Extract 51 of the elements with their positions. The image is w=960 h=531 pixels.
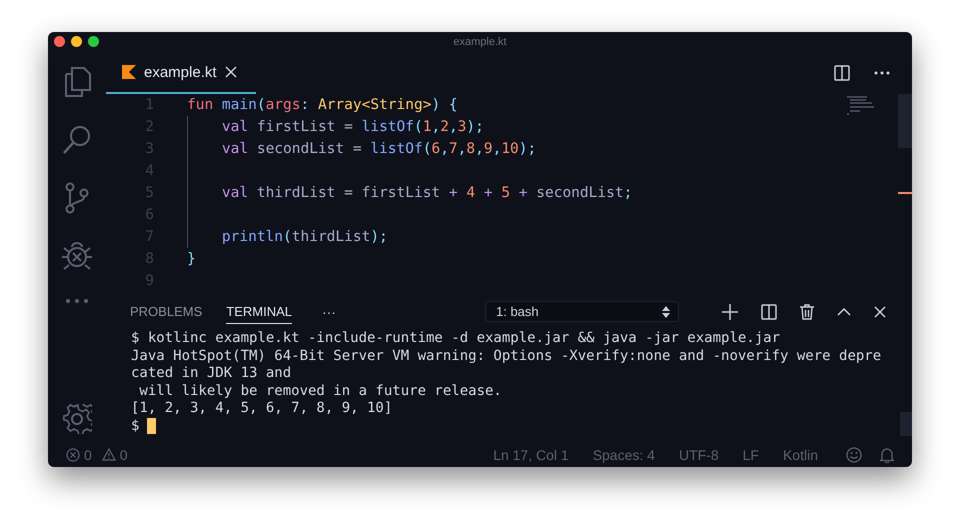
terminal-scrollbar[interactable] — [900, 412, 912, 436]
trash-icon[interactable] — [800, 304, 814, 320]
editor-tab[interactable]: example.kt — [106, 52, 256, 94]
terminal-line: Java HotSpot(TM) 64-Bit Server VM warning: Options -Xverify:none and -noverify were depre — [131, 348, 882, 365]
close-window-button[interactable] — [54, 36, 65, 47]
zoom-window-button[interactable] — [88, 36, 99, 47]
kotlin-file-icon — [122, 65, 136, 79]
terminal-line: cated in JDK 13 and — [131, 365, 292, 382]
terminal-cursor — [147, 418, 156, 434]
code-line: fun main(args: Array<String>) { — [187, 96, 458, 115]
error-count[interactable]: 0 — [84, 446, 92, 462]
files-icon[interactable] — [62, 66, 92, 98]
smiley-icon[interactable] — [846, 446, 862, 462]
more-icon[interactable] — [65, 298, 89, 304]
code-line: val firstList = listOf(1,2,3); — [222, 118, 484, 137]
bell-icon[interactable] — [880, 446, 894, 462]
terminal-select[interactable]: 1: bash — [485, 301, 679, 322]
chevron-up-icon[interactable] — [837, 308, 851, 316]
code-line: println(thirdList); — [222, 228, 388, 247]
status-item[interactable]: Spaces: 4 — [592, 446, 655, 462]
settings-icon[interactable] — [62, 404, 92, 434]
close-icon[interactable] — [224, 66, 237, 78]
panel-tab[interactable]: TERMINAL — [226, 299, 292, 324]
updown-icon — [662, 306, 670, 318]
more-actions-icon[interactable] — [874, 71, 890, 75]
minimize-window-button[interactable] — [71, 36, 82, 47]
editor-scrollbar[interactable] — [898, 94, 912, 148]
status-item[interactable]: Ln 17, Col 1 — [493, 446, 569, 462]
panel-more-button[interactable]: ··· — [322, 304, 336, 320]
close-icon[interactable] — [874, 306, 886, 318]
overview-ruler-mark — [898, 192, 912, 194]
terminal-line: [1, 2, 3, 4, 5, 6, 7, 8, 9, 10] — [131, 400, 394, 418]
warning-count[interactable]: 0 — [120, 446, 128, 462]
code-line: val thirdList = firstList + 4 + 5 + secondList; — [222, 184, 632, 203]
window-title: example.kt — [453, 36, 507, 48]
terminal-line: $ kotlinc example.kt -include-runtime -d example.jar && java -jar example.jar — [131, 330, 782, 348]
terminal-line: will likely be removed in a future release. — [138, 382, 503, 400]
status-item[interactable]: LF — [742, 446, 759, 462]
split-terminal-icon[interactable] — [761, 304, 777, 320]
status-item[interactable]: Kotlin — [782, 446, 818, 462]
status-item[interactable]: UTF-8 — [678, 446, 719, 462]
search-icon[interactable] — [62, 124, 92, 156]
debug-icon[interactable] — [61, 240, 93, 272]
add-icon[interactable] — [722, 304, 738, 320]
code-line: val secondList = listOf(6,7,8,9,10); — [222, 140, 536, 159]
terminal-prompt: $ — [131, 418, 140, 435]
code-line: } — [187, 250, 196, 269]
error-icon[interactable] — [66, 448, 80, 462]
panel-tab[interactable]: PROBLEMS — [130, 299, 202, 324]
warning-icon[interactable] — [102, 448, 116, 461]
split-editor-icon[interactable] — [834, 65, 850, 81]
